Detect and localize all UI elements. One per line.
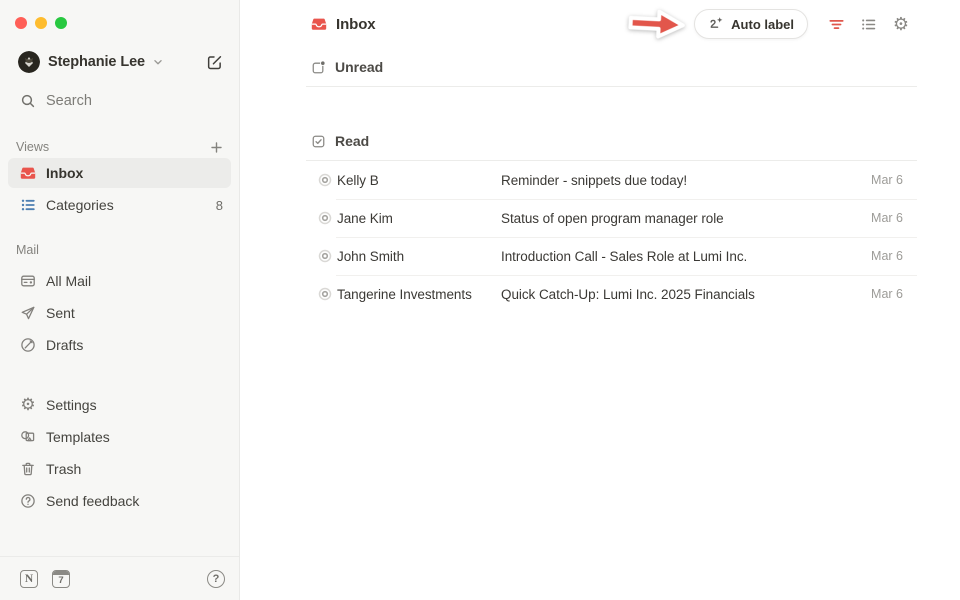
sidebar-item-trash[interactable]: Trash	[8, 454, 231, 484]
templates-icon	[20, 429, 36, 445]
divider	[306, 86, 917, 87]
sidebar-item-drafts[interactable]: Drafts	[8, 330, 231, 360]
mail-header-label: Mail	[16, 243, 39, 257]
sidebar-item-label: All Mail	[46, 273, 91, 289]
read-section-header[interactable]: Read	[241, 122, 960, 160]
email-sender: Jane Kim	[337, 211, 501, 226]
views-section-header: Views	[0, 137, 239, 157]
calendar-day: 7	[53, 575, 69, 587]
avatar	[18, 51, 40, 73]
sidebar: Stephanie Lee Search Views Inbox Categor…	[0, 0, 240, 600]
sidebar-footer: N 7 ?	[0, 556, 239, 600]
email-sender: Kelly B	[337, 173, 501, 188]
email-sender: Tangerine Investments	[337, 287, 501, 302]
page-title: Inbox	[336, 16, 376, 33]
email-row[interactable]: Tangerine Investments Quick Catch-Up: Lu…	[306, 275, 917, 313]
search-icon	[20, 93, 36, 109]
read-indicator-icon[interactable]	[318, 173, 332, 187]
window-controls	[0, 0, 239, 29]
email-date: Mar 6	[871, 249, 917, 263]
list-view-icon[interactable]	[860, 16, 877, 33]
sidebar-item-label: Sent	[46, 305, 75, 321]
gear-icon: ⚙	[20, 397, 36, 413]
email-date: Mar 6	[871, 173, 917, 187]
filter-icon[interactable]	[828, 16, 845, 33]
email-date: Mar 6	[871, 211, 917, 225]
inbox-toolbar: Auto label ⚙	[625, 4, 910, 44]
read-checkbox-icon	[311, 134, 326, 149]
sent-icon	[20, 305, 36, 321]
sidebar-item-label: Send feedback	[46, 493, 139, 509]
sidebar-item-label: Templates	[46, 429, 110, 445]
chevron-down-icon	[151, 55, 165, 69]
help-icon[interactable]: ?	[207, 570, 225, 588]
sidebar-item-categories[interactable]: Categories 8	[8, 190, 231, 220]
notion-logo[interactable]: N	[20, 570, 38, 588]
read-indicator-icon[interactable]	[318, 287, 332, 301]
search-placeholder: Search	[46, 93, 92, 109]
question-circle-icon	[20, 493, 36, 509]
read-indicator-icon[interactable]	[318, 211, 332, 225]
search-input[interactable]: Search	[0, 88, 239, 114]
auto-label-button[interactable]: Auto label	[694, 9, 808, 39]
sidebar-item-send-feedback[interactable]: Send feedback	[8, 486, 231, 516]
unread-icon	[311, 60, 326, 75]
email-row[interactable]: Jane Kim Status of open program manager …	[306, 199, 917, 237]
sidebar-item-sent[interactable]: Sent	[8, 298, 231, 328]
read-section-label: Read	[335, 133, 369, 149]
email-date: Mar 6	[871, 287, 917, 301]
views-header-label: Views	[16, 140, 49, 154]
mail-section-header: Mail	[0, 240, 239, 260]
read-indicator-icon[interactable]	[318, 249, 332, 263]
inbox-pane: Inbox Auto label ⚙ Unread	[241, 0, 960, 600]
email-subject: Quick Catch-Up: Lumi Inc. 2025 Financial…	[501, 287, 871, 302]
email-row[interactable]: John Smith Introduction Call - Sales Rol…	[306, 237, 917, 275]
notion-calendar-icon[interactable]: 7	[52, 570, 70, 588]
categories-count-badge: 8	[216, 198, 223, 213]
add-view-icon[interactable]	[209, 140, 224, 155]
minimize-window-button[interactable]	[35, 17, 47, 29]
close-window-button[interactable]	[15, 17, 27, 29]
user-name: Stephanie Lee	[48, 54, 145, 70]
unread-section-label: Unread	[335, 59, 383, 75]
gear-icon[interactable]: ⚙	[892, 15, 910, 33]
inbox-header: Inbox Auto label ⚙	[241, 0, 960, 48]
all-mail-icon	[20, 273, 36, 289]
email-list: Kelly B Reminder - snippets due today! M…	[306, 161, 917, 313]
trash-icon	[20, 461, 36, 477]
account-switcher[interactable]: Stephanie Lee	[0, 48, 239, 76]
compose-icon[interactable]	[206, 54, 223, 71]
sidebar-item-label: Drafts	[46, 337, 83, 353]
sidebar-item-label: Categories	[46, 197, 114, 213]
sidebar-item-label: Inbox	[46, 165, 83, 181]
email-sender: John Smith	[337, 249, 501, 264]
sidebar-item-inbox[interactable]: Inbox	[8, 158, 231, 188]
email-subject: Status of open program manager role	[501, 211, 871, 226]
unread-section-header[interactable]: Unread	[241, 48, 960, 86]
sidebar-item-templates[interactable]: Templates	[8, 422, 231, 452]
inbox-icon	[311, 16, 327, 32]
email-subject: Reminder - snippets due today!	[501, 173, 871, 188]
sidebar-item-label: Settings	[46, 397, 97, 413]
categories-icon	[20, 197, 36, 213]
auto-label-sparkle-icon	[708, 16, 724, 32]
sidebar-item-settings[interactable]: ⚙ Settings	[8, 390, 231, 420]
sidebar-item-all-mail[interactable]: All Mail	[8, 266, 231, 296]
auto-label-button-label: Auto label	[731, 17, 794, 32]
annotation-arrow-icon	[624, 2, 690, 45]
sidebar-item-label: Trash	[46, 461, 81, 477]
email-subject: Introduction Call - Sales Role at Lumi I…	[501, 249, 871, 264]
inbox-icon	[20, 165, 36, 181]
drafts-icon	[20, 337, 36, 353]
email-row[interactable]: Kelly B Reminder - snippets due today! M…	[306, 161, 917, 199]
zoom-window-button[interactable]	[55, 17, 67, 29]
